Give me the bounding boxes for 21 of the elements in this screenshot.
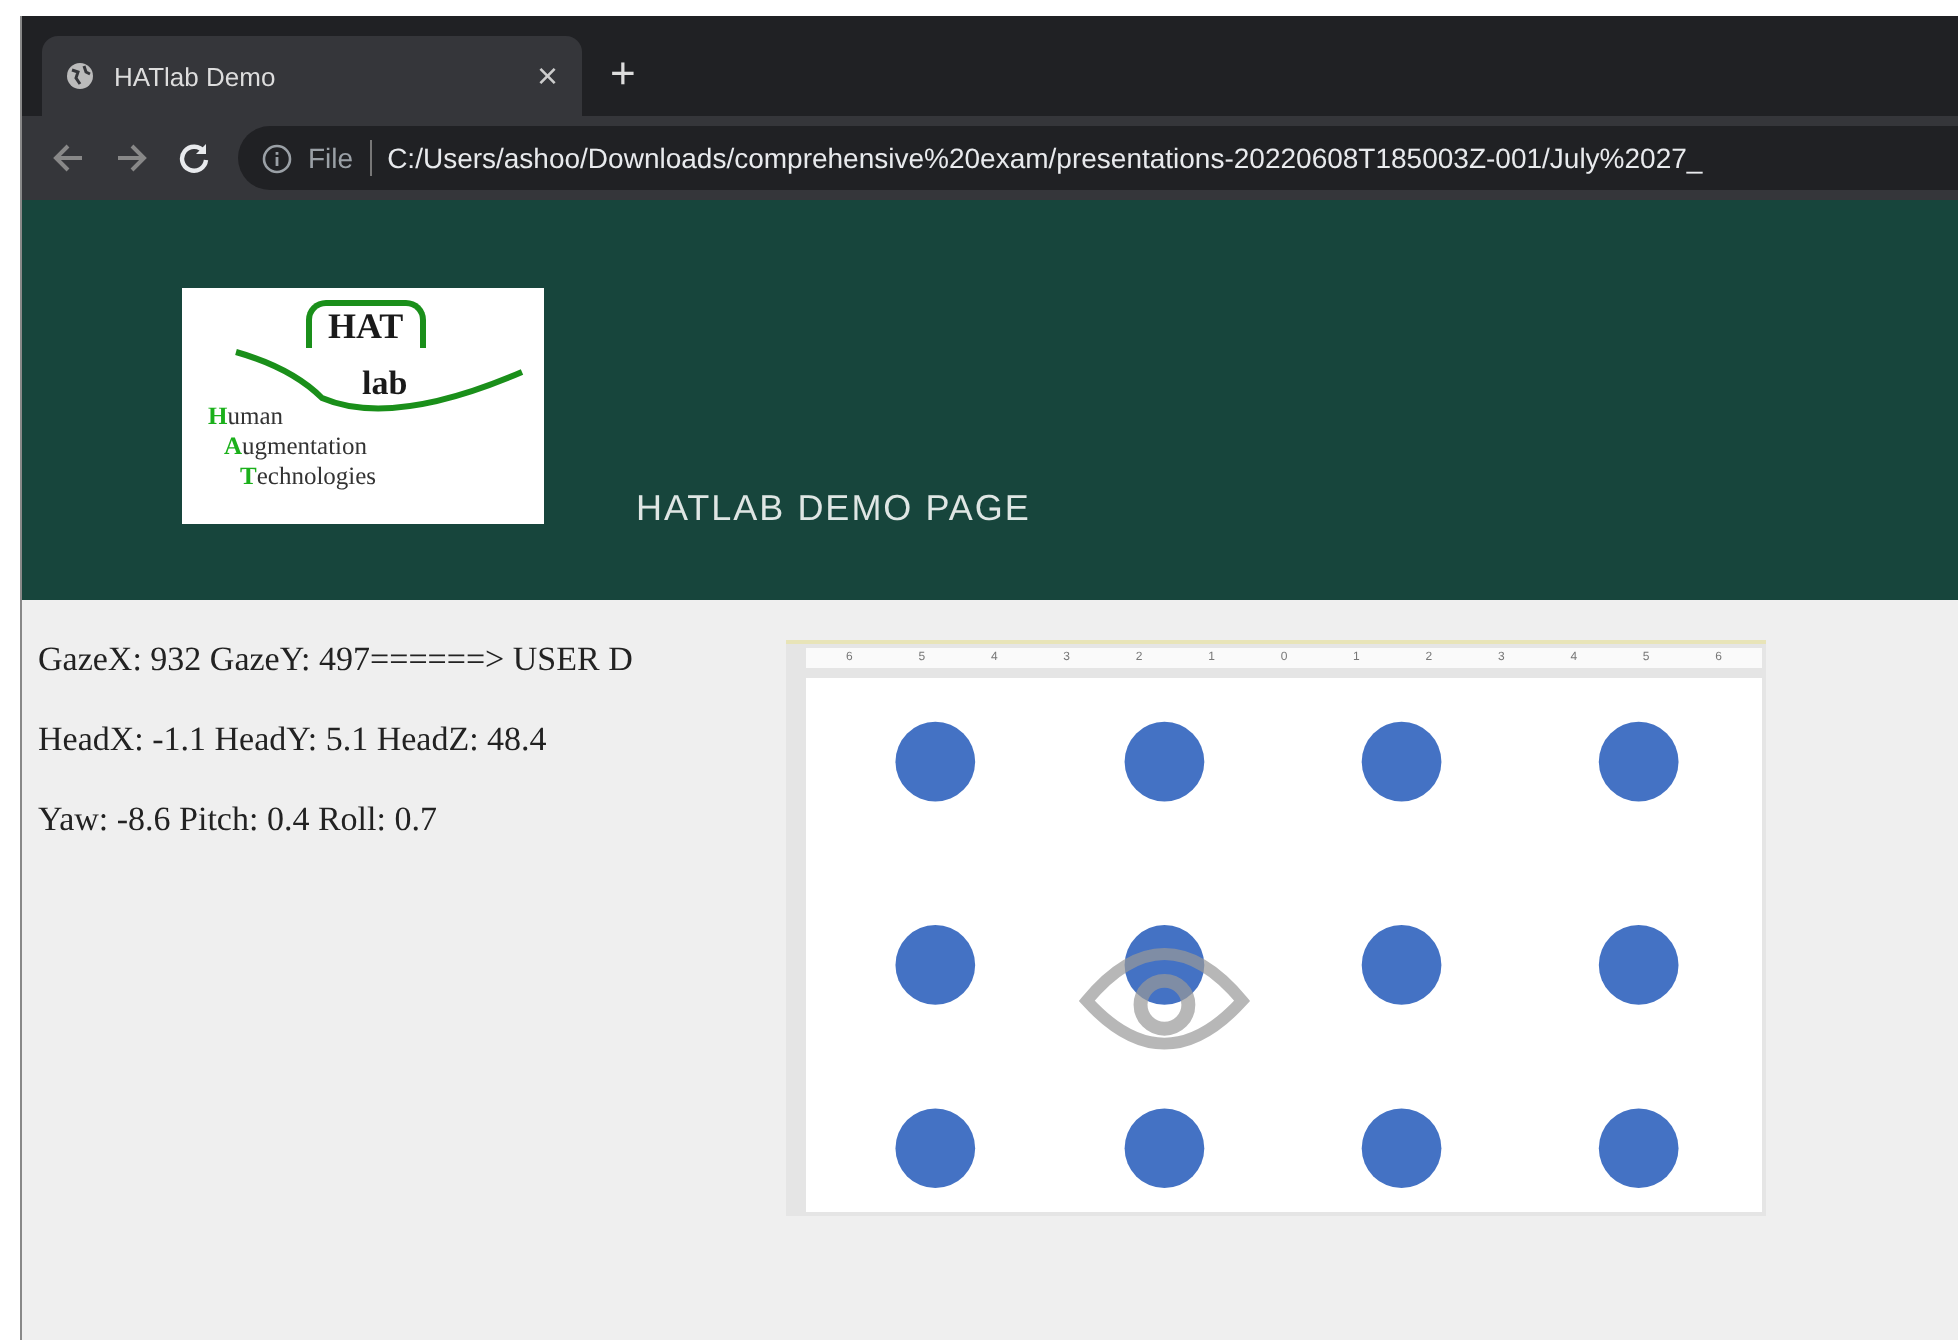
new-tab-button[interactable]: + (610, 48, 636, 100)
reading-text: Yaw: -8.6 Pitch: 0.4 Roll: 0.7 (38, 800, 439, 840)
logo-text: Augmentation (224, 432, 370, 462)
reading-text: GazeX: 932 GazeY: 497======> USER D (38, 640, 635, 680)
forward-icon[interactable] (114, 142, 150, 174)
logo-text: Human (208, 402, 286, 432)
logo-text: Technologies (240, 462, 377, 492)
reload-icon[interactable] (178, 142, 210, 174)
tab-title: HATlab Demo (114, 61, 278, 91)
page-title: HATLAB DEMO PAGE (636, 488, 1031, 530)
scheme-label: File (308, 142, 354, 174)
browser-tab[interactable]: HATlab Demo × (42, 36, 582, 116)
close-tab-button[interactable]: × (536, 55, 558, 97)
back-icon[interactable] (50, 142, 86, 174)
logo-text: HAT (306, 300, 426, 348)
address-bar[interactable]: File C:/Users/ashoo/Downloads/comprehensive%20exam/presentations-20220608T185003Z-001/July%2027_ (238, 126, 1958, 190)
url-text: C:/Users/ashoo/Downloads/comprehensive%20exam/presentations-20220608T185003Z-001/July%2027_ (387, 142, 1703, 174)
info-icon (262, 143, 292, 173)
reading-text: HeadX: -1.1 HeadY: 5.1 HeadZ: 48.4 (38, 720, 549, 760)
globe-icon (66, 62, 94, 90)
logo-text: lab (362, 364, 408, 404)
